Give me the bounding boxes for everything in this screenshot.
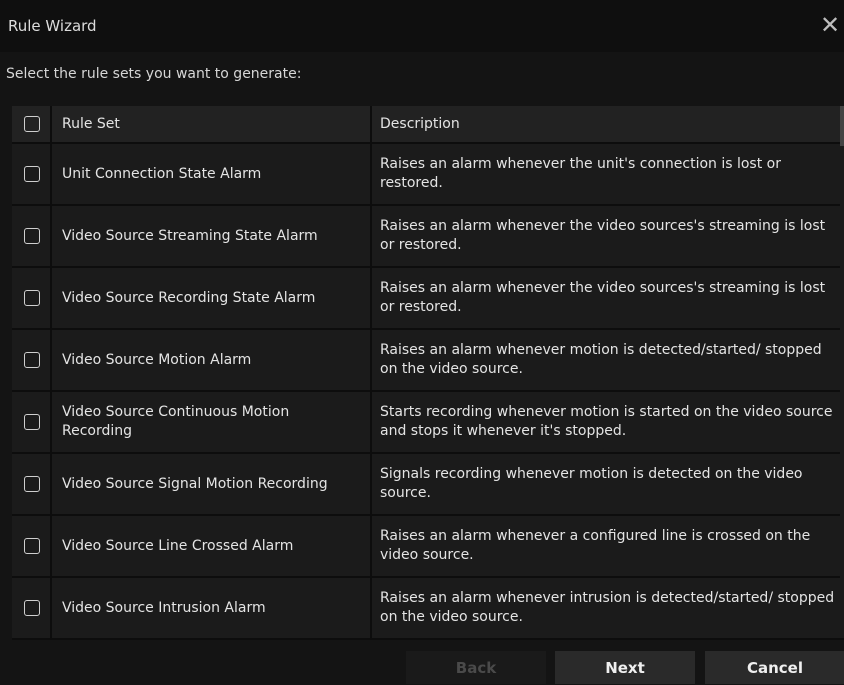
rule-set-description: Raises an alarm whenever a configured li…: [372, 516, 844, 576]
row-checkbox-cell: [12, 392, 52, 452]
row-checkbox[interactable]: [24, 352, 40, 368]
table-row[interactable]: Video Source Line Crossed Alarm Raises a…: [12, 516, 844, 578]
row-checkbox[interactable]: [24, 600, 40, 616]
row-checkbox[interactable]: [24, 538, 40, 554]
column-header-description[interactable]: Description: [372, 106, 844, 142]
rule-set-name: Video Source Streaming State Alarm: [52, 206, 372, 266]
scrollbar-thumb[interactable]: [840, 106, 844, 146]
rule-set-name: Video Source Line Crossed Alarm: [52, 516, 372, 576]
close-icon[interactable]: ✕: [818, 13, 842, 38]
rule-set-name: Unit Connection State Alarm: [52, 144, 372, 204]
back-button[interactable]: Back: [406, 651, 546, 684]
row-checkbox[interactable]: [24, 166, 40, 182]
row-checkbox-cell: [12, 144, 52, 204]
table-row[interactable]: Unit Connection State Alarm Raises an al…: [12, 144, 844, 206]
rule-set-name: Video Source Recording State Alarm: [52, 268, 372, 328]
row-checkbox-cell: [12, 516, 52, 576]
instruction-text: Select the rule sets you want to generat…: [6, 66, 302, 82]
scrollbar-track[interactable]: [840, 106, 844, 632]
rule-set-name: Video Source Intrusion Alarm: [52, 578, 372, 638]
row-checkbox[interactable]: [24, 414, 40, 430]
rule-set-name: Video Source Signal Motion Recording: [52, 454, 372, 514]
next-button[interactable]: Next: [555, 651, 695, 684]
rule-set-name: Video Source Motion Alarm: [52, 330, 372, 390]
cancel-button[interactable]: Cancel: [705, 651, 844, 684]
table-row[interactable]: Video Source Recording State Alarm Raise…: [12, 268, 844, 330]
row-checkbox[interactable]: [24, 476, 40, 492]
select-all-cell: [12, 106, 52, 142]
rule-set-description: Raises an alarm whenever the unit's conn…: [372, 144, 844, 204]
table-row[interactable]: Video Source Signal Motion Recording Sig…: [12, 454, 844, 516]
row-checkbox-cell: [12, 268, 52, 328]
row-checkbox-cell: [12, 454, 52, 514]
rule-set-description: Raises an alarm whenever intrusion is de…: [372, 578, 844, 638]
rule-set-description: Signals recording whenever motion is det…: [372, 454, 844, 514]
row-checkbox-cell: [12, 578, 52, 638]
table-row[interactable]: Video Source Continuous Motion Recording…: [12, 392, 844, 454]
row-checkbox-cell: [12, 330, 52, 390]
row-checkbox[interactable]: [24, 290, 40, 306]
select-all-checkbox[interactable]: [24, 116, 40, 132]
rule-set-description: Raises an alarm whenever motion is detec…: [372, 330, 844, 390]
table-row[interactable]: Video Source Motion Alarm Raises an alar…: [12, 330, 844, 392]
rule-set-description: Raises an alarm whenever the video sourc…: [372, 268, 844, 328]
column-header-rule-set[interactable]: Rule Set: [52, 106, 372, 142]
table-row[interactable]: Video Source Intrusion Alarm Raises an a…: [12, 578, 844, 640]
window-title: Rule Wizard: [8, 17, 97, 35]
rule-set-table: Rule Set Description Unit Connection Sta…: [12, 106, 844, 640]
rule-set-name: Video Source Continuous Motion Recording: [52, 392, 372, 452]
title-bar: Rule Wizard ✕: [0, 0, 844, 52]
table-header: Rule Set Description: [12, 106, 844, 144]
row-checkbox-cell: [12, 206, 52, 266]
table-row[interactable]: Video Source Streaming State Alarm Raise…: [12, 206, 844, 268]
rule-set-description: Starts recording whenever motion is star…: [372, 392, 844, 452]
row-checkbox[interactable]: [24, 228, 40, 244]
rule-set-description: Raises an alarm whenever the video sourc…: [372, 206, 844, 266]
